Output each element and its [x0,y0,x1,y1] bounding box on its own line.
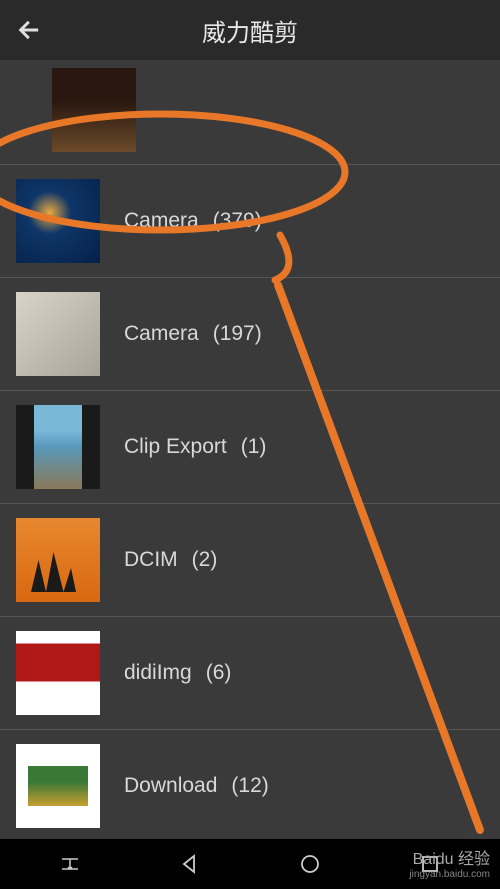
folder-name: Camera [124,322,199,346]
folder-name: DCIM [124,548,178,572]
folder-count: (1) [241,435,267,459]
folder-info: didiImg (6) [124,661,231,685]
folder-info: DCIM (2) [124,548,217,572]
folder-thumbnail [16,518,100,602]
folder-info: Clip Export (1) [124,435,266,459]
folder-count: (197) [213,322,262,346]
folder-thumbnail [16,744,100,828]
folder-count: (12) [231,774,268,798]
folder-thumbnail [16,405,100,489]
back-button[interactable] [16,16,44,44]
watermark-url: jingyan.baidu.com [409,869,490,881]
nav-back-button[interactable] [170,844,210,884]
folder-thumbnail [52,68,136,152]
folder-info: Camera (379) [124,209,262,233]
folder-row-partial[interactable] [0,60,500,165]
folder-count: (6) [206,661,232,685]
folder-thumbnail [16,179,100,263]
folder-thumbnail [16,292,100,376]
folder-row[interactable]: didiImg (6) [0,617,500,730]
folder-info: Camera (197) [124,322,262,346]
nav-menu-button[interactable] [50,844,90,884]
folder-thumbnail [16,631,100,715]
header: 威力酷剪 [0,0,500,60]
folder-name: Camera [124,209,199,233]
folder-row[interactable]: Camera (197) [0,278,500,391]
folder-name: didiImg [124,661,192,685]
folder-name: Clip Export [124,435,227,459]
nav-home-button[interactable] [290,844,330,884]
folder-count: (379) [213,209,262,233]
page-title: 威力酷剪 [202,13,298,48]
watermark-brand: Baidu 经验 [409,850,490,869]
navigation-bar: Baidu 经验 jingyan.baidu.com [0,839,500,889]
folder-info: Download (12) [124,774,269,798]
folder-name: Download [124,774,217,798]
folder-list[interactable]: Camera (379) Camera (197) Clip Export (1… [0,60,500,839]
folder-row[interactable]: DCIM (2) [0,504,500,617]
folder-row[interactable]: Camera (379) [0,165,500,278]
folder-row[interactable]: Download (12) [0,730,500,839]
watermark: Baidu 经验 jingyan.baidu.com [409,850,490,881]
folder-count: (2) [192,548,218,572]
folder-row[interactable]: Clip Export (1) [0,391,500,504]
